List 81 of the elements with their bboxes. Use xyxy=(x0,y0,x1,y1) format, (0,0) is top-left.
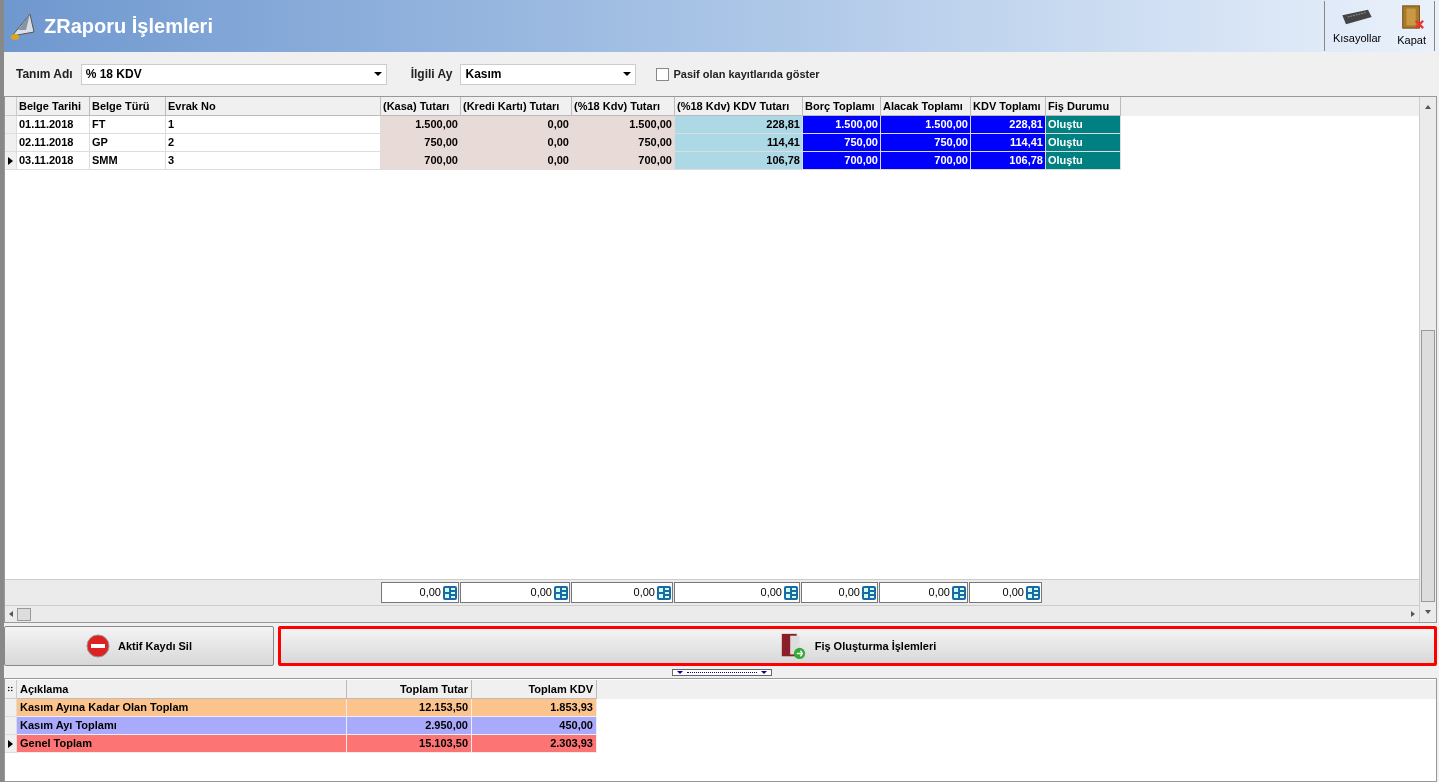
table-cell: 0,00 xyxy=(461,134,572,152)
row-indicator[interactable] xyxy=(5,735,17,753)
table-cell: 1.500,00 xyxy=(572,116,675,134)
splitter-handle[interactable] xyxy=(671,668,772,676)
table-cell: 750,00 xyxy=(803,134,881,152)
calculator-icon[interactable] xyxy=(862,585,876,600)
table-cell: 0,00 xyxy=(461,152,572,170)
total-field: 0,00 xyxy=(381,582,459,603)
table-cell: 700,00 xyxy=(572,152,675,170)
table-cell: SMM xyxy=(90,152,166,170)
right-arrow-icon[interactable] xyxy=(1411,611,1415,617)
table-cell: 0,00 xyxy=(461,116,572,134)
total-field: 0,00 xyxy=(460,582,570,603)
caret-icon xyxy=(373,72,382,76)
calculator-icon[interactable] xyxy=(443,585,457,600)
horizontal-scrollbar[interactable] xyxy=(5,605,1419,622)
table-cell: 700,00 xyxy=(381,152,461,170)
table-cell: Oluştu xyxy=(1046,116,1121,134)
delete-button[interactable]: Aktif Kaydı Sil xyxy=(4,626,274,666)
caret-icon xyxy=(623,72,632,76)
checkbox[interactable] xyxy=(656,67,670,81)
table-cell: FT xyxy=(90,116,166,134)
shortcuts-button[interactable]: Kısayollar xyxy=(1324,1,1390,51)
table-cell: 700,00 xyxy=(881,152,971,170)
left-arrow-icon[interactable] xyxy=(9,611,13,617)
table-cell: Kasım Ayına Kadar Olan Toplam xyxy=(17,699,347,717)
table-cell: 106,78 xyxy=(971,152,1046,170)
total-field: 0,00 xyxy=(801,582,878,603)
table-cell: 2 xyxy=(166,134,381,152)
field-label: Tanım Adı xyxy=(16,66,73,83)
table-cell: 750,00 xyxy=(881,134,971,152)
voucher-button[interactable]: Fiş Oluşturma İşlemleri xyxy=(278,626,1437,666)
table-cell: Oluştu xyxy=(1046,134,1121,152)
calculator-icon[interactable] xyxy=(1026,585,1040,600)
table-cell: 114,41 xyxy=(971,134,1046,152)
total-field: 0,00 xyxy=(969,582,1042,603)
down-arrow-icon[interactable] xyxy=(1425,610,1431,614)
dropdown-field[interactable]: Kasım xyxy=(460,63,637,85)
table-cell: 15.103,50 xyxy=(347,735,472,753)
table-cell: 750,00 xyxy=(381,134,461,152)
scroll-thumb[interactable] xyxy=(1421,330,1435,602)
table-cell: 03.11.2018 xyxy=(17,152,90,170)
table-cell: 2.303,93 xyxy=(472,735,597,753)
up-arrow-icon[interactable] xyxy=(1425,105,1431,109)
table-cell: 1 xyxy=(166,116,381,134)
window-title: ZRaporu İşlemleri xyxy=(44,14,213,39)
table-cell: 01.11.2018 xyxy=(17,116,90,134)
table-cell: GP xyxy=(90,134,166,152)
table-cell: 700,00 xyxy=(803,152,881,170)
calculator-icon[interactable] xyxy=(554,585,568,600)
table-cell: 106,78 xyxy=(675,152,803,170)
table-cell: 1.500,00 xyxy=(881,116,971,134)
field-label: İlgili Ay xyxy=(410,66,453,83)
calculator-icon[interactable] xyxy=(952,585,966,600)
table-cell: 12.153,50 xyxy=(347,699,472,717)
row-indicator[interactable] xyxy=(5,152,17,170)
table-cell: Genel Toplam xyxy=(17,735,347,753)
table-cell: 1.853,93 xyxy=(472,699,597,717)
checkbox-label[interactable]: Pasif olan kayıtlarıda göster xyxy=(673,65,820,83)
table-cell: 3 xyxy=(166,152,381,170)
table-cell: 114,41 xyxy=(675,134,803,152)
calculator-icon[interactable] xyxy=(657,585,671,600)
table-cell: Kasım Ayı Toplamı xyxy=(17,717,347,735)
dropdown-field[interactable]: % 18 KDV xyxy=(80,63,387,85)
vertical-scrollbar[interactable] xyxy=(1419,97,1436,622)
table-cell: 02.11.2018 xyxy=(17,134,90,152)
total-field: 0,00 xyxy=(674,582,800,603)
table-cell: 1.500,00 xyxy=(803,116,881,134)
calculator-icon[interactable] xyxy=(784,585,798,600)
table-cell: 228,81 xyxy=(675,116,803,134)
table-cell: 1.500,00 xyxy=(381,116,461,134)
close-button[interactable]: Kapat xyxy=(1389,1,1434,51)
table-cell: 450,00 xyxy=(472,717,597,735)
total-field: 0,00 xyxy=(879,582,968,603)
total-field: 0,00 xyxy=(571,582,673,603)
table-cell: 228,81 xyxy=(971,116,1046,134)
no-entry-icon xyxy=(86,634,110,658)
table-cell: 2.950,00 xyxy=(347,717,472,735)
scroll-thumb[interactable] xyxy=(17,607,31,621)
table-cell: Oluştu xyxy=(1046,152,1121,170)
table-cell: 750,00 xyxy=(572,134,675,152)
